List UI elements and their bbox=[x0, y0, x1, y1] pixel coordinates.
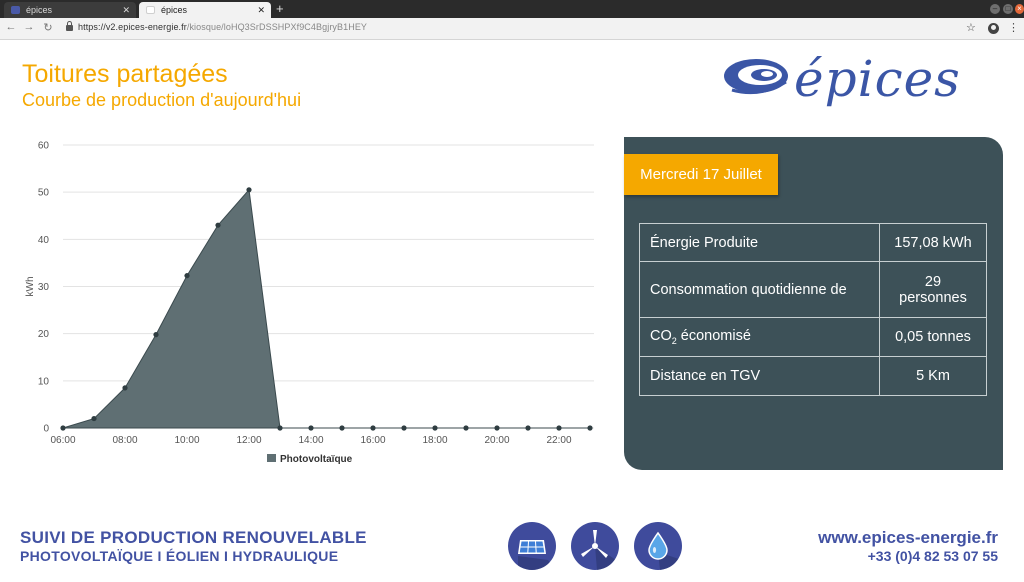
maximize-icon[interactable]: □ bbox=[1003, 4, 1013, 14]
table-row: Distance en TGV 5 Km bbox=[639, 356, 987, 396]
y-tick-label: 40 bbox=[38, 235, 50, 246]
x-tick-label: 10:00 bbox=[174, 435, 199, 446]
y-tick-label: 60 bbox=[38, 141, 50, 152]
data-point bbox=[277, 425, 283, 431]
stat-value-energy: 157,08 kWh bbox=[879, 223, 987, 262]
data-point bbox=[246, 187, 252, 193]
legend-label: Photovoltaïque bbox=[280, 454, 353, 465]
stat-value-consumption-unit: personnes bbox=[899, 289, 967, 306]
y-tick-label: 50 bbox=[38, 188, 50, 199]
tab-title: épices bbox=[26, 5, 53, 15]
footer-energy-types: PHOTOVOLTAÏQUE I ÉOLIEN I HYDRAULIQUE bbox=[20, 548, 339, 564]
x-tick-label: 18:00 bbox=[422, 435, 447, 446]
x-tick-label: 16:00 bbox=[360, 435, 385, 446]
table-row: CO2 économisé 0,05 tonnes bbox=[639, 317, 987, 357]
close-tab-icon[interactable]: ✕ bbox=[122, 2, 130, 18]
data-point bbox=[556, 425, 562, 431]
wind-turbine-icon bbox=[571, 522, 619, 570]
x-tick-label: 20:00 bbox=[484, 435, 509, 446]
y-tick-label: 0 bbox=[43, 424, 49, 435]
browser-tab-bar: épices ✕ épices ✕ + – □ × bbox=[0, 0, 1024, 18]
stat-label-consumption: Consommation quotidienne de bbox=[639, 261, 880, 318]
url-path: /kiosque/loHQ3SrDSSHPXf9C4BgjryB1HEY bbox=[186, 22, 368, 32]
bookmark-star-icon[interactable]: ☆ bbox=[966, 21, 976, 34]
minimize-icon[interactable]: – bbox=[990, 4, 1000, 14]
data-point bbox=[587, 425, 593, 431]
browser-tab-active[interactable]: épices ✕ bbox=[139, 2, 271, 18]
reload-icon[interactable]: ↻ bbox=[41, 21, 55, 34]
stats-table: Énergie Produite 157,08 kWh Consommation… bbox=[639, 223, 987, 396]
solar-panel-icon bbox=[508, 522, 556, 570]
favicon-icon bbox=[146, 6, 155, 14]
forward-icon[interactable]: → bbox=[22, 21, 36, 33]
data-point bbox=[432, 425, 438, 431]
legend-swatch bbox=[267, 454, 276, 462]
y-axis-label: kWh bbox=[25, 277, 36, 297]
data-point bbox=[494, 425, 500, 431]
address-bar: ← → ↻ https://v2.epices-energie.fr/kiosq… bbox=[0, 18, 1024, 40]
favicon-icon bbox=[11, 6, 20, 14]
logo-text: épices bbox=[794, 50, 961, 108]
co2-label-main: CO bbox=[650, 328, 672, 345]
logo-swirl-icon bbox=[724, 59, 788, 95]
close-window-icon[interactable]: × bbox=[1015, 4, 1024, 14]
x-tick-label: 22:00 bbox=[546, 435, 571, 446]
x-tick-label: 06:00 bbox=[50, 435, 75, 446]
data-point bbox=[215, 222, 221, 228]
browser-tab[interactable]: épices ✕ bbox=[4, 2, 136, 18]
series-area bbox=[62, 188, 590, 429]
y-tick-label: 10 bbox=[38, 376, 50, 387]
data-point bbox=[184, 273, 190, 279]
tab-title: épices bbox=[161, 5, 188, 15]
data-point bbox=[91, 415, 97, 422]
close-tab-icon[interactable]: ✕ bbox=[257, 2, 265, 18]
production-chart: 0 10 20 30 40 50 60 kWh 06:00 08:00 10:00 12:00 14:0… bbox=[25, 141, 594, 465]
stat-label-co2: CO2 économisé bbox=[639, 317, 880, 357]
stat-label-energy: Énergie Produite bbox=[639, 223, 880, 262]
stat-value-consumption: 29 personnes bbox=[879, 261, 987, 318]
data-point bbox=[370, 425, 376, 431]
data-point bbox=[60, 425, 66, 431]
table-row: Énergie Produite 157,08 kWh bbox=[639, 223, 987, 262]
table-row: Consommation quotidienne de 29 personnes bbox=[639, 261, 987, 318]
stat-value-co2: 0,05 tonnes bbox=[879, 317, 987, 357]
x-tick-label: 08:00 bbox=[112, 435, 137, 446]
url-field[interactable]: https://v2.epices-energie.fr/kiosque/loH… bbox=[78, 22, 367, 32]
data-point bbox=[339, 425, 345, 431]
data-point bbox=[308, 425, 314, 431]
stat-label-tgv: Distance en TGV bbox=[639, 356, 880, 396]
footer-phone: +33 (0)4 82 53 07 55 bbox=[867, 548, 998, 564]
footer-tagline: SUIVI DE PRODUCTION RENOUVELABLE bbox=[20, 528, 367, 547]
menu-icon[interactable]: ⋮ bbox=[1008, 21, 1019, 34]
y-tick-label: 20 bbox=[38, 329, 50, 340]
lock-icon bbox=[66, 21, 73, 31]
water-drop-icon bbox=[634, 522, 682, 570]
y-tick-label: 30 bbox=[38, 282, 50, 293]
data-point bbox=[122, 385, 128, 391]
back-icon[interactable]: ← bbox=[4, 21, 18, 33]
new-tab-button[interactable]: + bbox=[276, 1, 284, 17]
url-host: https://v2.epices-energie.fr bbox=[78, 22, 187, 32]
footer-website-link[interactable]: www.epices-energie.fr bbox=[818, 528, 998, 548]
stat-value-consumption-number: 29 bbox=[924, 273, 942, 290]
co2-label-rest: économisé bbox=[676, 328, 751, 345]
data-point bbox=[153, 332, 159, 338]
page-title: Toitures partagées bbox=[22, 60, 228, 88]
x-tick-label: 12:00 bbox=[236, 435, 261, 446]
data-point bbox=[401, 425, 407, 431]
data-point bbox=[463, 425, 469, 431]
data-point bbox=[525, 425, 531, 431]
stat-value-tgv: 5 Km bbox=[879, 356, 987, 396]
profile-icon[interactable] bbox=[988, 23, 999, 34]
page-subtitle: Courbe de production d'aujourd'hui bbox=[22, 90, 302, 110]
x-tick-label: 14:00 bbox=[298, 435, 323, 446]
date-badge: Mercredi 17 Juillet bbox=[624, 154, 778, 195]
